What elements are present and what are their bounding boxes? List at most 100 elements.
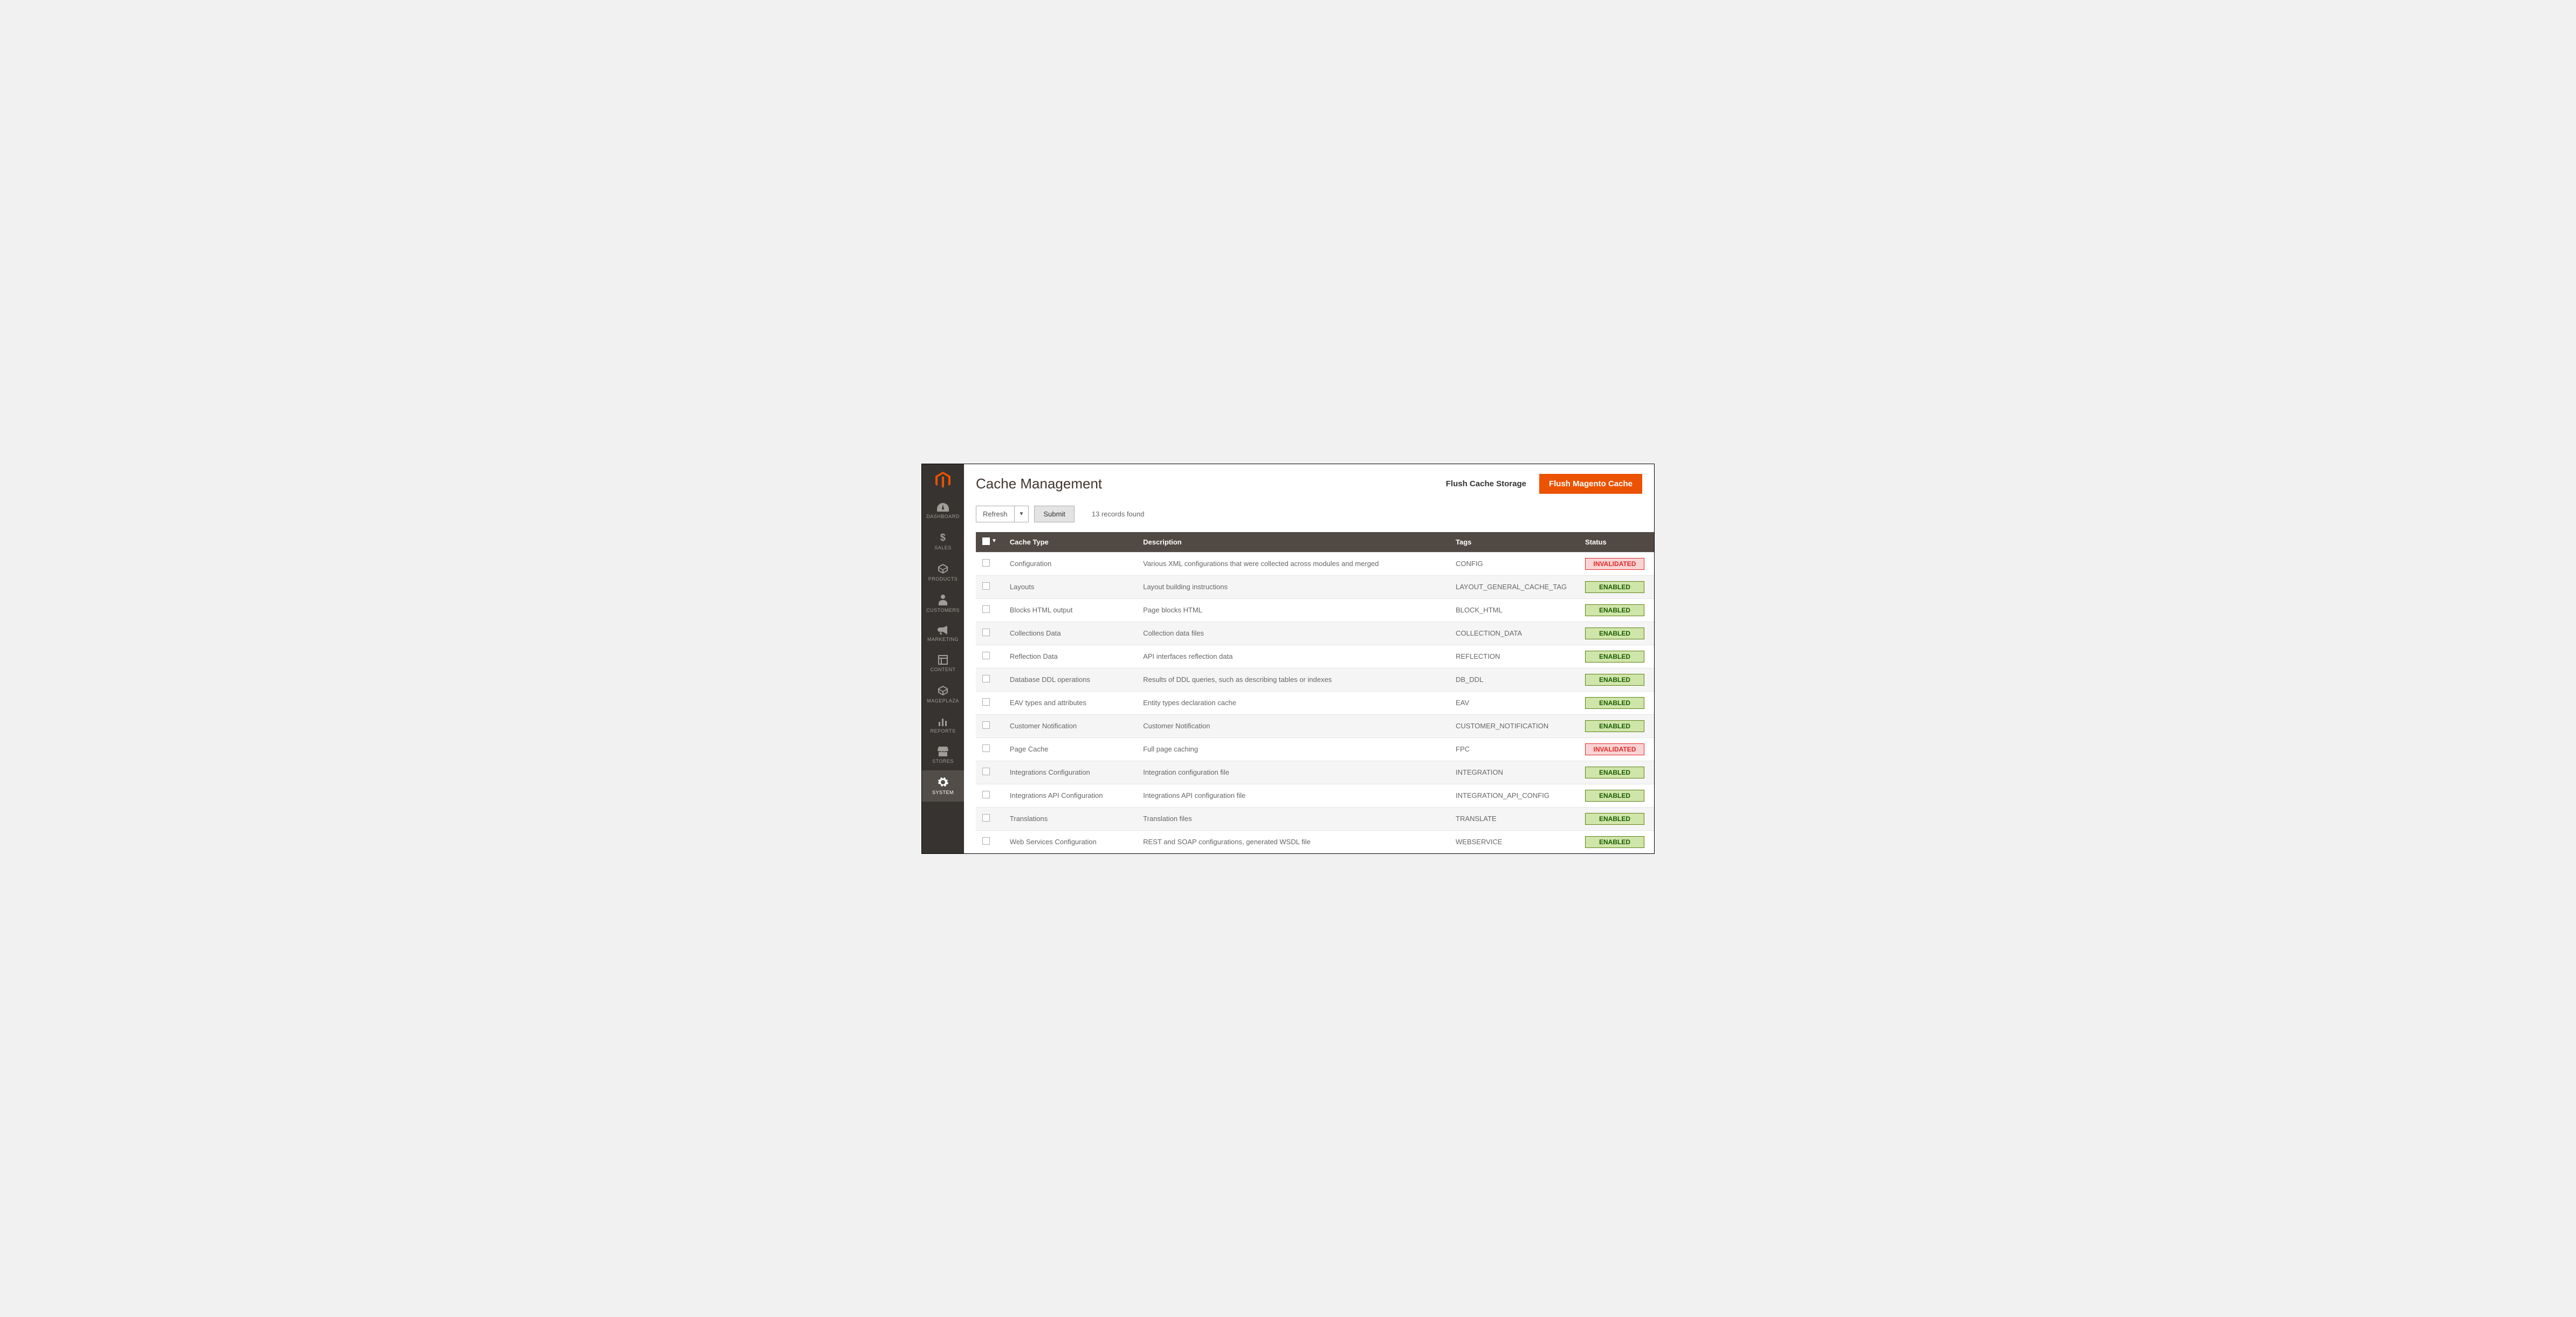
flush-cache-storage-button[interactable]: Flush Cache Storage bbox=[1446, 479, 1526, 488]
submit-button[interactable]: Submit bbox=[1034, 506, 1074, 522]
row-checkbox[interactable] bbox=[982, 791, 990, 798]
sidebar-item-sales[interactable]: $SALES bbox=[922, 526, 964, 557]
table-row[interactable]: Reflection DataAPI interfaces reflection… bbox=[976, 645, 1654, 668]
sidebar-item-content[interactable]: CONTENT bbox=[922, 649, 964, 679]
cell-tags: INTEGRATION bbox=[1449, 761, 1579, 784]
magento-logo[interactable] bbox=[922, 464, 964, 497]
cell-tags: COLLECTION_DATA bbox=[1449, 622, 1579, 645]
col-header-description[interactable]: Description bbox=[1137, 532, 1449, 553]
col-header-status[interactable]: Status bbox=[1579, 532, 1654, 553]
status-badge: ENABLED bbox=[1585, 651, 1644, 663]
header-actions: Flush Cache Storage Flush Magento Cache bbox=[1446, 474, 1642, 494]
row-checkbox[interactable] bbox=[982, 837, 990, 845]
row-checkbox[interactable] bbox=[982, 721, 990, 729]
sidebar-item-label: CONTENT bbox=[931, 667, 956, 672]
cell-description: Collection data files bbox=[1137, 622, 1449, 645]
svg-text:$: $ bbox=[940, 532, 946, 543]
table-row[interactable]: TranslationsTranslation filesTRANSLATEEN… bbox=[976, 807, 1654, 830]
cell-description: REST and SOAP configurations, generated … bbox=[1137, 830, 1449, 853]
cell-tags: DB_DDL bbox=[1449, 668, 1579, 691]
select-all-checkbox[interactable] bbox=[982, 537, 990, 545]
cell-cache-type: Database DDL operations bbox=[1003, 668, 1137, 691]
bar-chart-icon bbox=[938, 716, 948, 726]
row-checkbox[interactable] bbox=[982, 582, 990, 590]
cell-tags: WEBSERVICE bbox=[1449, 830, 1579, 853]
row-checkbox[interactable] bbox=[982, 744, 990, 752]
row-checkbox[interactable] bbox=[982, 652, 990, 659]
table-row[interactable]: Web Services ConfigurationREST and SOAP … bbox=[976, 830, 1654, 853]
table-row[interactable]: Database DDL operationsResults of DDL qu… bbox=[976, 668, 1654, 691]
sidebar-item-system[interactable]: SYSTEM bbox=[922, 770, 964, 802]
sidebar-item-products[interactable]: PRODUCTS bbox=[922, 557, 964, 588]
sidebar-item-marketing[interactable]: MARKETING bbox=[922, 619, 964, 649]
cell-cache-type: Web Services Configuration bbox=[1003, 830, 1137, 853]
status-badge: ENABLED bbox=[1585, 836, 1644, 848]
cell-cache-type: Collections Data bbox=[1003, 622, 1137, 645]
status-badge: ENABLED bbox=[1585, 628, 1644, 639]
sidebar-item-mageplaza[interactable]: MAGEPLAZA bbox=[922, 679, 964, 710]
table-row[interactable]: Customer NotificationCustomer Notificati… bbox=[976, 714, 1654, 737]
status-badge: ENABLED bbox=[1585, 581, 1644, 593]
sidebar-item-stores[interactable]: STORES bbox=[922, 740, 964, 770]
main-content: Cache Management Flush Cache Storage Flu… bbox=[964, 464, 1654, 853]
page-header: Cache Management Flush Cache Storage Flu… bbox=[964, 464, 1654, 500]
sidebar-item-label: MAGEPLAZA bbox=[927, 698, 959, 704]
cell-description: Page blocks HTML bbox=[1137, 598, 1449, 622]
row-checkbox[interactable] bbox=[982, 605, 990, 613]
cell-description: Layout building instructions bbox=[1137, 575, 1449, 598]
cell-cache-type: Layouts bbox=[1003, 575, 1137, 598]
table-row[interactable]: Integrations ConfigurationIntegration co… bbox=[976, 761, 1654, 784]
megaphone-icon bbox=[938, 626, 948, 635]
cell-description: Integrations API configuration file bbox=[1137, 784, 1449, 807]
cell-cache-type: Configuration bbox=[1003, 552, 1137, 575]
cell-description: Full page caching bbox=[1137, 737, 1449, 761]
cache-grid: ▼ Cache Type Description Tags Status Con… bbox=[976, 532, 1654, 853]
table-row[interactable]: EAV types and attributesEntity types dec… bbox=[976, 691, 1654, 714]
col-header-type[interactable]: Cache Type bbox=[1003, 532, 1137, 553]
row-checkbox[interactable] bbox=[982, 629, 990, 636]
cell-cache-type: Integrations API Configuration bbox=[1003, 784, 1137, 807]
sidebar-item-dashboard[interactable]: DASHBOARD bbox=[922, 497, 964, 526]
mass-action-select[interactable]: Refresh ▼ bbox=[976, 506, 1029, 522]
table-row[interactable]: ConfigurationVarious XML configurations … bbox=[976, 552, 1654, 575]
table-row[interactable]: Collections DataCollection data filesCOL… bbox=[976, 622, 1654, 645]
sidebar-item-label: SYSTEM bbox=[932, 790, 954, 795]
col-header-select[interactable]: ▼ bbox=[976, 532, 1003, 553]
row-checkbox[interactable] bbox=[982, 675, 990, 682]
cell-description: Results of DDL queries, such as describi… bbox=[1137, 668, 1449, 691]
table-row[interactable]: Page CacheFull page cachingFPCINVALIDATE… bbox=[976, 737, 1654, 761]
table-row[interactable]: Blocks HTML outputPage blocks HTMLBLOCK_… bbox=[976, 598, 1654, 622]
sidebar-item-customers[interactable]: CUSTOMERS bbox=[922, 588, 964, 619]
row-checkbox[interactable] bbox=[982, 768, 990, 775]
cell-cache-type: Integrations Configuration bbox=[1003, 761, 1137, 784]
mass-action-label: Refresh bbox=[976, 506, 1015, 522]
col-header-tags[interactable]: Tags bbox=[1449, 532, 1579, 553]
row-checkbox[interactable] bbox=[982, 698, 990, 706]
cell-tags: INTEGRATION_API_CONFIG bbox=[1449, 784, 1579, 807]
status-badge: ENABLED bbox=[1585, 604, 1644, 616]
row-checkbox[interactable] bbox=[982, 814, 990, 822]
table-row[interactable]: LayoutsLayout building instructionsLAYOU… bbox=[976, 575, 1654, 598]
gear-icon bbox=[938, 777, 948, 788]
chevron-down-icon: ▼ bbox=[1015, 506, 1029, 522]
cell-tags: BLOCK_HTML bbox=[1449, 598, 1579, 622]
flush-magento-cache-button[interactable]: Flush Magento Cache bbox=[1539, 474, 1642, 494]
sidebar-item-label: MARKETING bbox=[927, 637, 959, 642]
row-checkbox[interactable] bbox=[982, 559, 990, 567]
sidebar-item-label: REPORTS bbox=[931, 728, 956, 734]
cell-description: Various XML configurations that were col… bbox=[1137, 552, 1449, 575]
cell-cache-type: Customer Notification bbox=[1003, 714, 1137, 737]
page-title: Cache Management bbox=[976, 475, 1102, 492]
table-row[interactable]: Integrations API ConfigurationIntegratio… bbox=[976, 784, 1654, 807]
cell-cache-type: Blocks HTML output bbox=[1003, 598, 1137, 622]
sidebar-item-label: CUSTOMERS bbox=[926, 608, 960, 613]
cell-description: Translation files bbox=[1137, 807, 1449, 830]
cell-tags: FPC bbox=[1449, 737, 1579, 761]
sidebar-item-reports[interactable]: REPORTS bbox=[922, 710, 964, 740]
status-badge: ENABLED bbox=[1585, 674, 1644, 686]
status-badge: ENABLED bbox=[1585, 720, 1644, 732]
admin-sidebar: DASHBOARD$SALESPRODUCTS CUSTOMERS MARKETIN… bbox=[922, 464, 964, 853]
sidebar-item-label: STORES bbox=[932, 759, 954, 764]
package-icon bbox=[938, 685, 948, 696]
cell-tags: LAYOUT_GENERAL_CACHE_TAG bbox=[1449, 575, 1579, 598]
